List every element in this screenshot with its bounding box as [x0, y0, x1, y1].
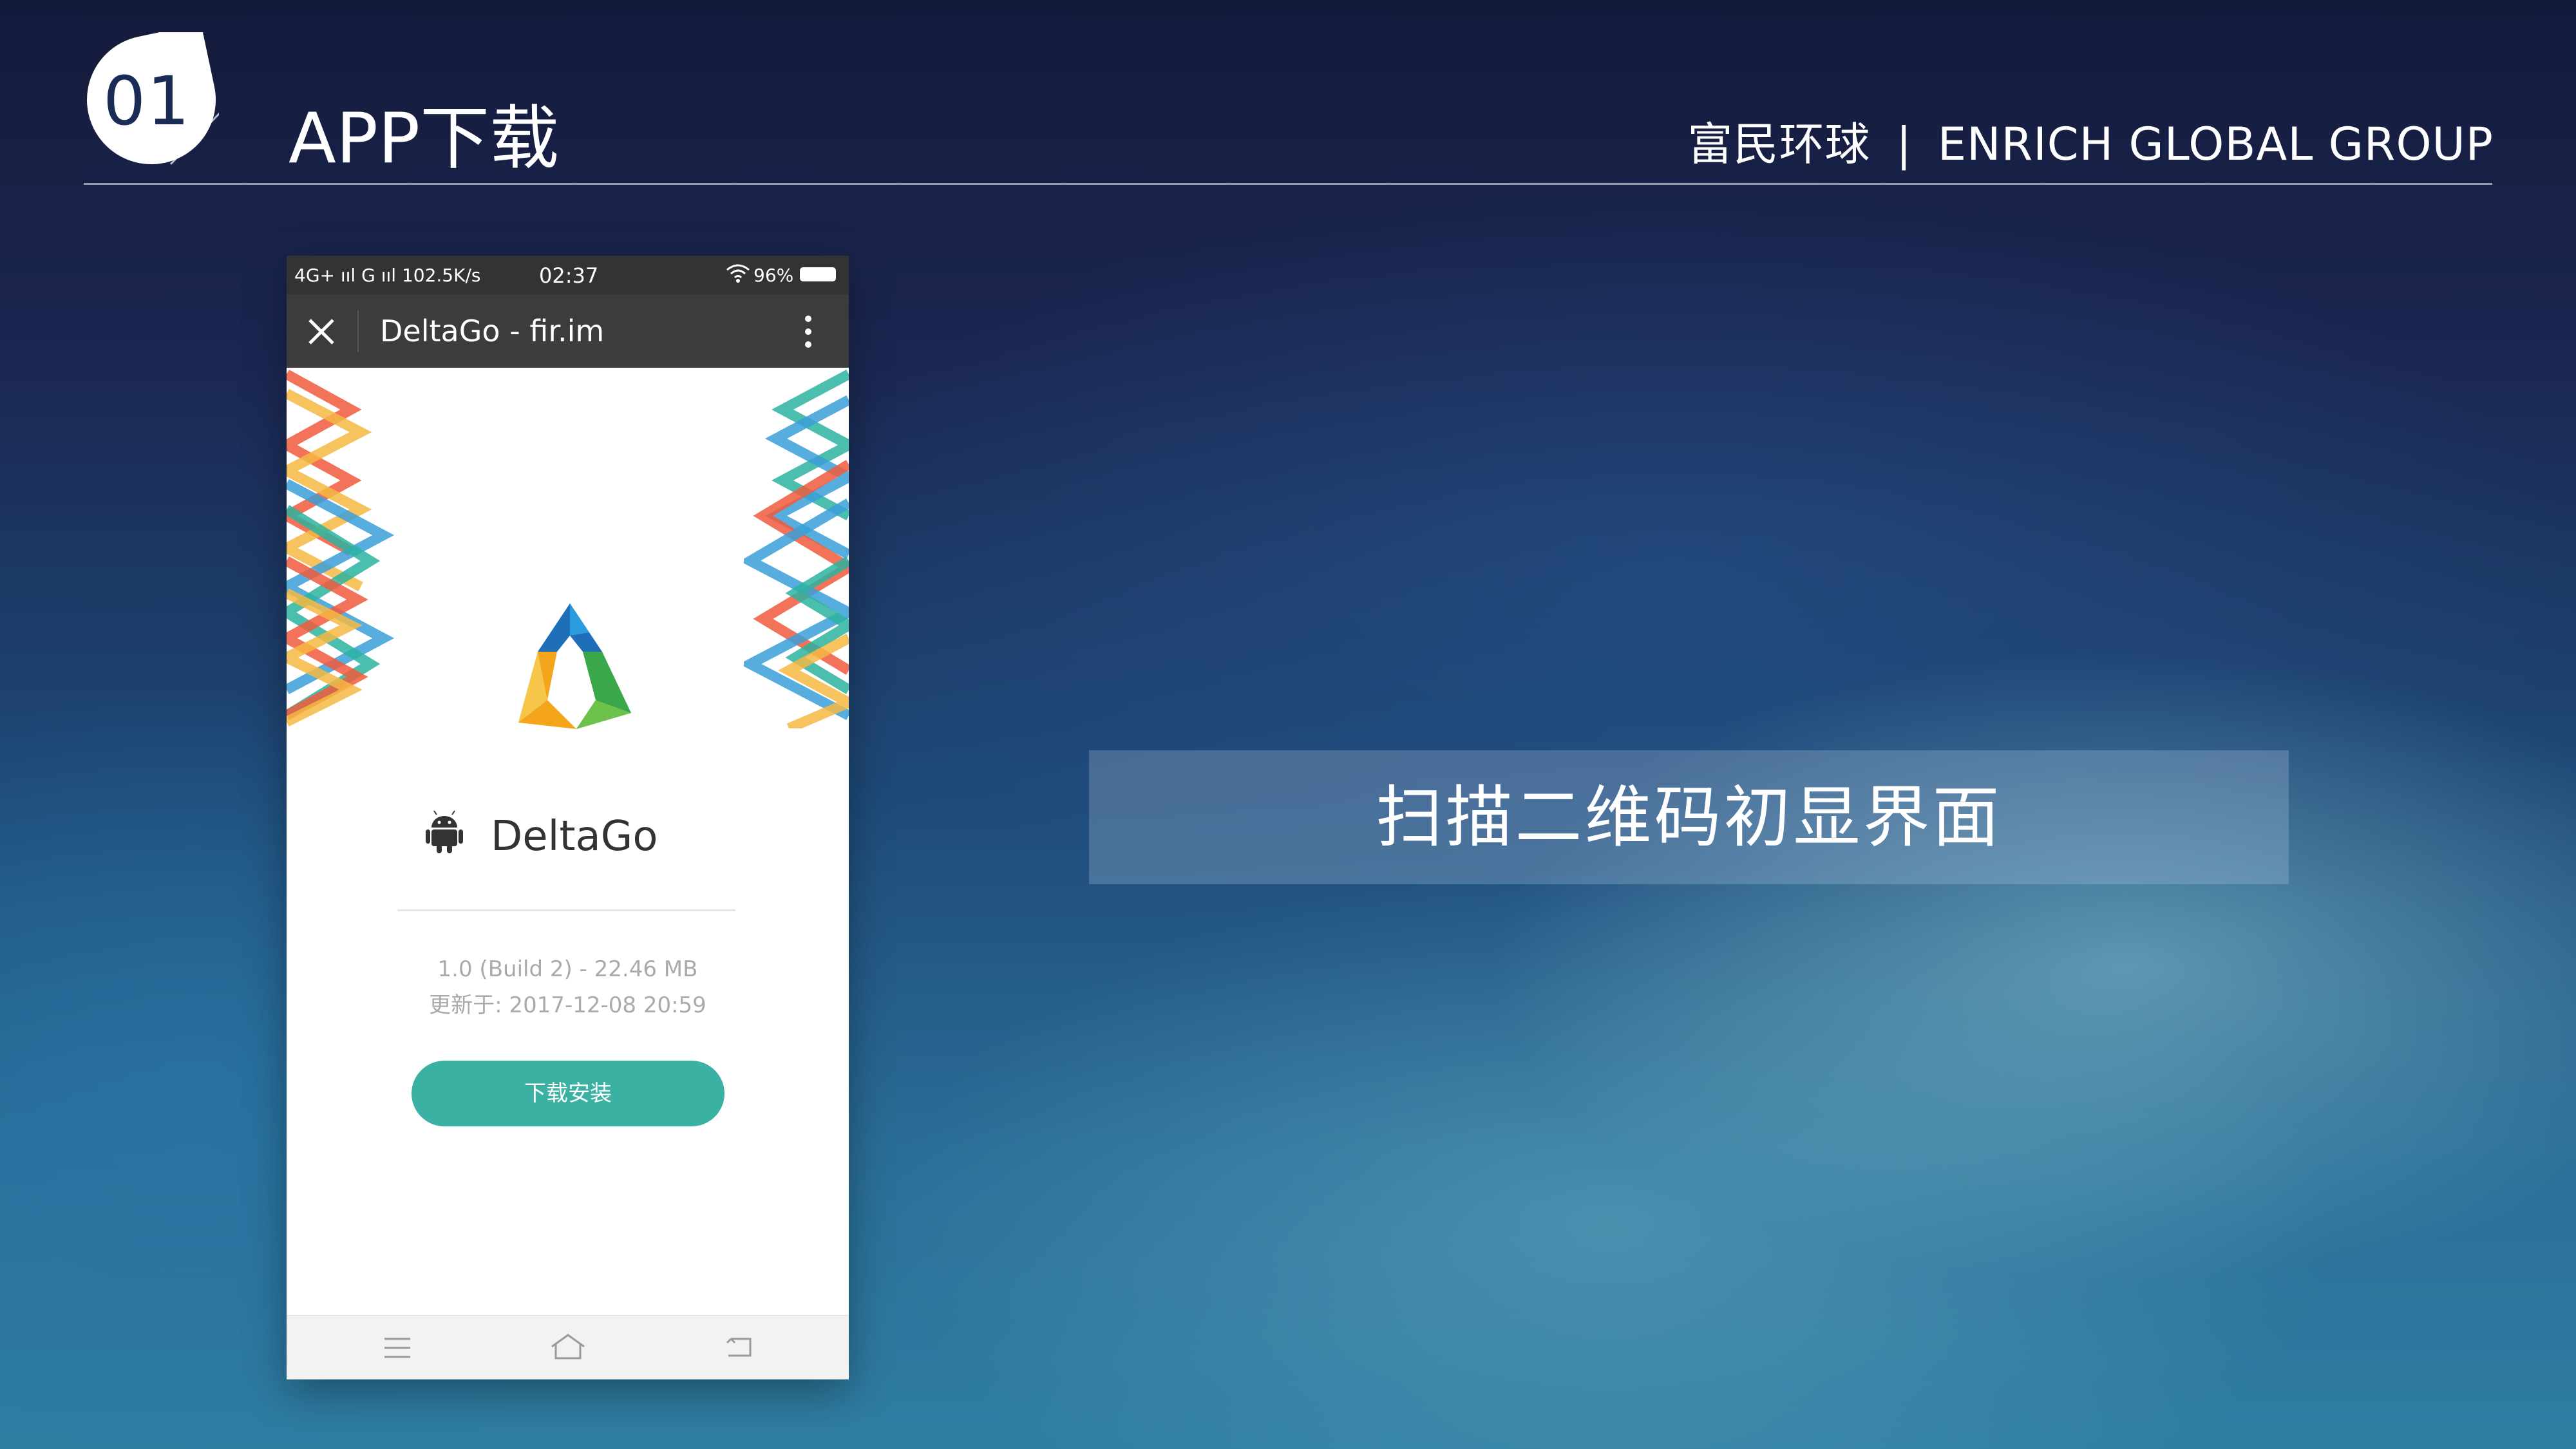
battery-icon — [800, 267, 836, 281]
brand-name-cn: 富民环球 — [1687, 118, 1871, 171]
more-vertical-icon[interactable] — [802, 314, 815, 350]
zigzag-decoration-left — [287, 369, 394, 727]
title-bar-divider — [357, 310, 359, 352]
page-title: APP下载 — [289, 99, 560, 179]
browser-title: DeltaGo - fir.im — [380, 314, 605, 348]
app-name-divider — [397, 909, 735, 911]
header-divider — [84, 183, 2492, 185]
close-icon[interactable] — [307, 317, 336, 346]
android-icon — [426, 810, 463, 853]
deltago-logo-icon — [518, 603, 631, 729]
brand-name: 富民环球 | ENRICH GLOBAL GROUP — [1687, 108, 2494, 173]
download-install-button[interactable]: 下载安装 — [412, 1061, 724, 1126]
wifi-icon — [726, 264, 750, 283]
network-status: 4G+ ııl G ııl 102.5K/s — [294, 265, 481, 286]
section-number: 01 — [103, 62, 191, 140]
browser-title-bar: DeltaGo - fir.im — [287, 294, 849, 368]
android-nav-bar — [287, 1315, 849, 1379]
status-time: 02:37 — [539, 263, 599, 288]
zigzag-decoration-right — [744, 369, 849, 728]
brand-separator: | — [1896, 118, 1912, 171]
app-name: DeltaGo — [491, 813, 658, 860]
caption-panel: 扫描二维码初显界面 — [1089, 750, 2289, 884]
caption-text: 扫描二维码初显界面 — [1376, 778, 2002, 857]
brand-name-en: ENRICH GLOBAL GROUP — [1937, 118, 2494, 171]
menu-icon[interactable] — [383, 1335, 412, 1361]
home-icon[interactable] — [549, 1332, 587, 1361]
app-updated-date: 更新于: 2017-12-08 20:59 — [429, 992, 706, 1018]
app-version: 1.0 (Build 2) - 22.46 MB — [437, 956, 698, 982]
battery-level: 96% — [753, 265, 794, 286]
back-icon[interactable] — [724, 1334, 754, 1359]
status-bar: 4G+ ııl G ııl 102.5K/s 02:37 96% — [287, 256, 849, 294]
phone-screenshot: 4G+ ııl G ııl 102.5K/s 02:37 96% DeltaGo… — [287, 256, 849, 1379]
